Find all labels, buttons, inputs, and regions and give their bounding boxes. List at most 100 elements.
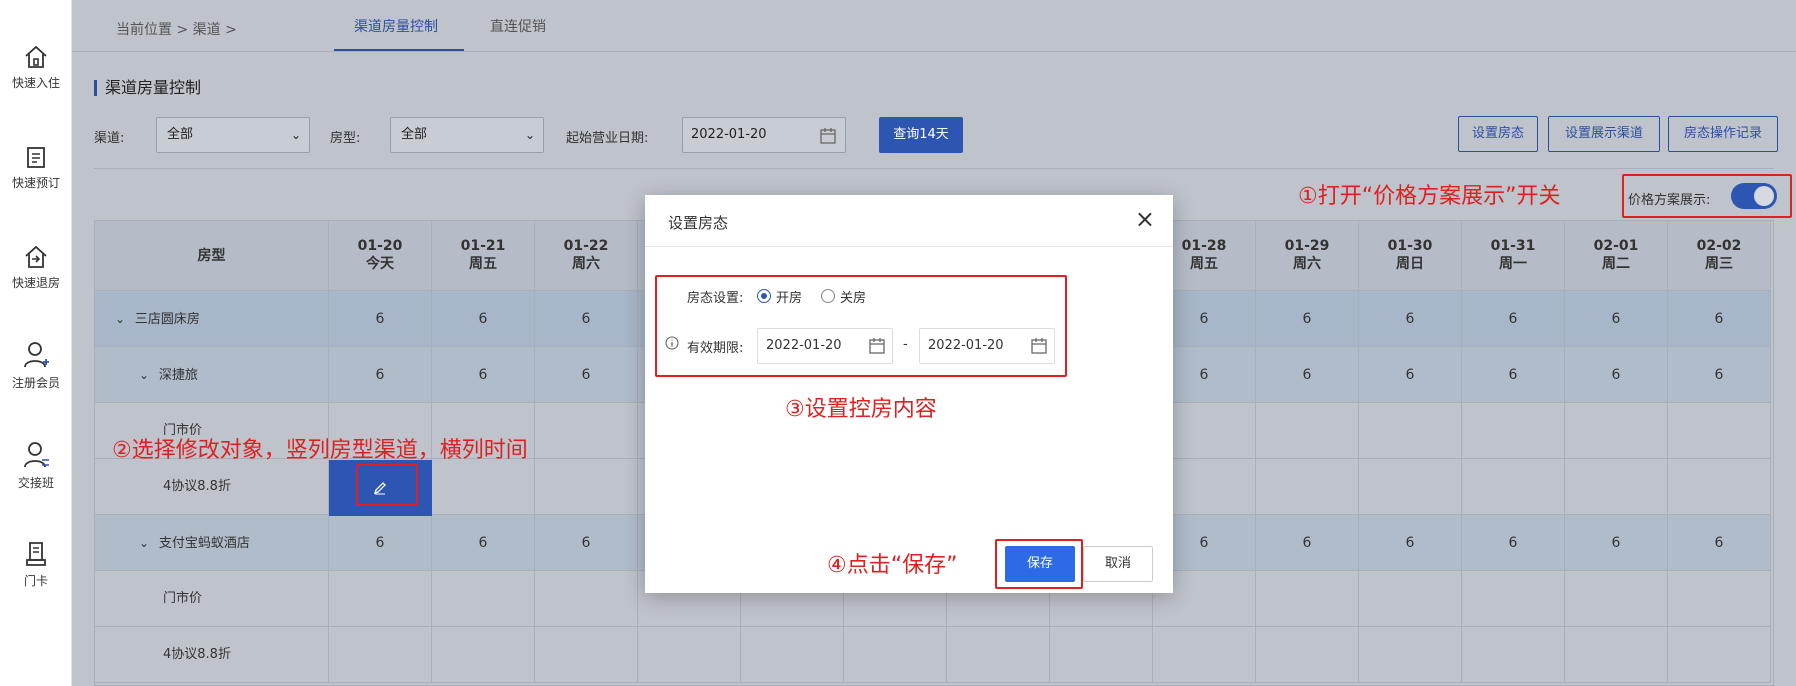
- grid-cell[interactable]: 6: [1359, 515, 1462, 571]
- row-label-text: 门市价: [163, 591, 203, 606]
- grid-header-roomtype: 房型: [95, 221, 329, 291]
- grid-cell[interactable]: 6: [329, 515, 432, 571]
- grid-cell[interactable]: [844, 627, 947, 683]
- header-date: 02-01: [1593, 238, 1639, 254]
- set-room-status-dialog: 设置房态 × 房态设置: 开房 关房 有效期限: 2022-01-20 - 20…: [645, 195, 1173, 593]
- grid-cell[interactable]: [1256, 403, 1359, 459]
- grid-cell[interactable]: [741, 627, 844, 683]
- sidebar-item-label: 快速退房: [11, 276, 60, 290]
- user-add-icon: [24, 342, 49, 368]
- grid-cell[interactable]: [1359, 571, 1462, 627]
- sidebar-item-handover[interactable]: 交接班: [0, 440, 72, 491]
- booking-list-icon: [27, 147, 45, 168]
- grid-cell[interactable]: [1050, 627, 1153, 683]
- caret-down-icon[interactable]: ⌄: [139, 368, 153, 382]
- grid-cell[interactable]: 6: [329, 291, 432, 347]
- grid-cell[interactable]: 6: [432, 291, 535, 347]
- grid-cell[interactable]: 6: [1462, 291, 1565, 347]
- calendar-icon: [820, 128, 836, 144]
- grid-row-label[interactable]: ⌄ 三店圆床房: [95, 291, 329, 347]
- close-icon[interactable]: ×: [1135, 205, 1155, 233]
- grid-cell[interactable]: [1359, 459, 1462, 515]
- grid-cell[interactable]: 6: [432, 347, 535, 403]
- set-room-status-button[interactable]: 设置房态: [1458, 116, 1538, 152]
- cancel-button[interactable]: 取消: [1083, 546, 1153, 582]
- room-status-log-button[interactable]: 房态操作记录: [1668, 116, 1778, 152]
- caret-down-icon[interactable]: ⌄: [139, 536, 153, 550]
- grid-cell[interactable]: [535, 403, 638, 459]
- start-date-input[interactable]: 2022-01-20: [682, 117, 846, 153]
- grid-cell[interactable]: 6: [535, 515, 638, 571]
- grid-cell[interactable]: 6: [432, 515, 535, 571]
- grid-cell[interactable]: [638, 627, 741, 683]
- grid-cell[interactable]: 6: [535, 291, 638, 347]
- grid-cell[interactable]: [1256, 459, 1359, 515]
- channel-select[interactable]: 全部 ⌄: [156, 117, 310, 153]
- grid-row-label[interactable]: ⌄ 深捷旅: [95, 347, 329, 403]
- grid-cell[interactable]: [432, 627, 535, 683]
- grid-header-date: 02-02 周三: [1668, 221, 1771, 291]
- set-display-channel-button[interactable]: 设置展示渠道: [1548, 116, 1660, 152]
- grid-cell[interactable]: [947, 627, 1050, 683]
- grid-cell[interactable]: [1668, 571, 1771, 627]
- grid-cell[interactable]: [535, 571, 638, 627]
- grid-cell[interactable]: 6: [1359, 291, 1462, 347]
- home-key-icon: [25, 45, 47, 68]
- grid-header-date: 01-22 周六: [535, 221, 638, 291]
- grid-cell[interactable]: 6: [535, 347, 638, 403]
- grid-cell[interactable]: [1462, 459, 1565, 515]
- grid-cell[interactable]: [1668, 403, 1771, 459]
- grid-cell[interactable]: [535, 627, 638, 683]
- tab-channel-room-control[interactable]: 渠道房量控制: [354, 16, 438, 36]
- grid-cell[interactable]: [1462, 627, 1565, 683]
- roomtype-select-value: 全部: [401, 127, 428, 142]
- grid-cell[interactable]: 6: [1462, 347, 1565, 403]
- grid-cell[interactable]: [1359, 627, 1462, 683]
- grid-cell[interactable]: 6: [1565, 291, 1668, 347]
- grid-cell[interactable]: 6: [1668, 291, 1771, 347]
- grid-cell[interactable]: 6: [1668, 515, 1771, 571]
- grid-cell[interactable]: 6: [1668, 347, 1771, 403]
- grid-cell[interactable]: [1565, 403, 1668, 459]
- grid-cell[interactable]: [329, 627, 432, 683]
- dialog-header: 设置房态 ×: [645, 195, 1173, 247]
- grid-cell[interactable]: [1256, 627, 1359, 683]
- grid-cell[interactable]: [535, 459, 638, 515]
- caret-down-icon[interactable]: ⌄: [115, 312, 129, 326]
- roomtype-select[interactable]: 全部 ⌄: [390, 117, 544, 153]
- grid-cell[interactable]: [1153, 627, 1256, 683]
- row-label-text: 三店圆床房: [134, 312, 200, 327]
- sidebar-item-register[interactable]: 注册会员: [0, 340, 72, 391]
- sidebar-item-checkin[interactable]: 快速入住: [0, 44, 72, 91]
- grid-cell[interactable]: [432, 571, 535, 627]
- grid-cell[interactable]: 6: [1462, 515, 1565, 571]
- chevron-down-icon: ⌄: [524, 128, 535, 142]
- row-label-text: 4协议8.8折: [163, 647, 231, 662]
- grid-cell[interactable]: [1359, 403, 1462, 459]
- grid-cell[interactable]: [1565, 627, 1668, 683]
- grid-row-label: 4协议8.8折: [95, 459, 329, 515]
- sidebar-item-booking[interactable]: 快速预订: [0, 144, 72, 191]
- grid-cell[interactable]: 6: [1256, 347, 1359, 403]
- grid-cell[interactable]: [1668, 627, 1771, 683]
- grid-cell[interactable]: [1565, 459, 1668, 515]
- grid-cell[interactable]: [1565, 571, 1668, 627]
- grid-row-label[interactable]: ⌄ 支付宝蚂蚁酒店: [95, 515, 329, 571]
- save-button[interactable]: 保存: [1005, 546, 1075, 582]
- grid-cell[interactable]: [1462, 571, 1565, 627]
- query-14days-button[interactable]: 查询14天: [879, 117, 963, 153]
- grid-cell[interactable]: [1668, 459, 1771, 515]
- grid-cell[interactable]: [329, 571, 432, 627]
- grid-cell[interactable]: 6: [1565, 515, 1668, 571]
- sidebar-item-doorcard[interactable]: 门卡: [0, 540, 72, 589]
- grid-cell[interactable]: 6: [1256, 515, 1359, 571]
- grid-cell[interactable]: 6: [1256, 291, 1359, 347]
- grid-cell[interactable]: 6: [329, 347, 432, 403]
- grid-cell[interactable]: [1462, 403, 1565, 459]
- grid-cell[interactable]: 6: [1565, 347, 1668, 403]
- grid-cell[interactable]: [1256, 571, 1359, 627]
- sidebar-item-checkout[interactable]: 快速退房: [0, 244, 72, 291]
- tab-direct-promotion[interactable]: 直连促销: [490, 16, 546, 36]
- grid-cell[interactable]: 6: [1359, 347, 1462, 403]
- grid-cell[interactable]: [432, 459, 535, 515]
